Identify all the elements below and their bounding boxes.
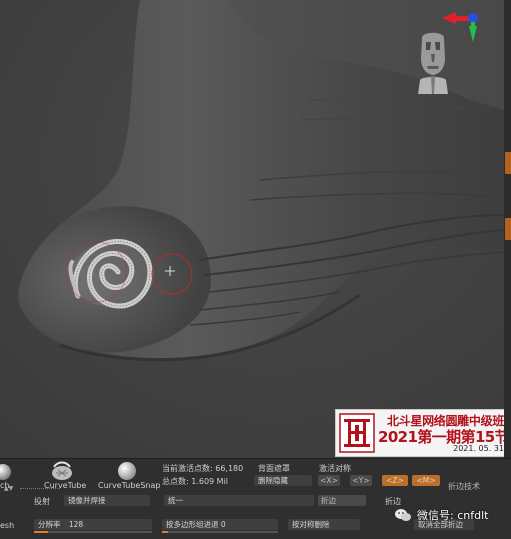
course-date: 2021. 05. 31 <box>453 444 504 453</box>
polygroup-track[interactable] <box>162 531 278 533</box>
divide-rate-slider[interactable]: 分辨率 128 <box>34 519 152 530</box>
crease-tech-label[interactable]: 折边技术 <box>448 481 480 492</box>
activate-symmetry-toggle[interactable]: 激活对称 <box>319 463 351 474</box>
projection-toggle[interactable]: 投射 <box>34 496 50 507</box>
mirror-weld-button[interactable]: 镜像并焊接 <box>64 495 150 506</box>
polygroup-slider[interactable]: 按多边形组进退 0 <box>162 519 278 530</box>
polygroup-fill <box>162 531 168 533</box>
symmetry-y-button[interactable]: <Y> <box>350 475 372 486</box>
divider <box>20 488 60 492</box>
orientation-head-icon[interactable] <box>414 28 452 94</box>
divide-rate-fill <box>34 531 49 533</box>
delete-hidden-button[interactable]: 删除隐藏 <box>254 475 312 486</box>
wechat-icon <box>395 509 411 521</box>
total-points-count: 总点数: 1.609 Mil <box>162 477 229 486</box>
symmetry-z-button[interactable]: <Z> <box>382 475 408 486</box>
crease-button[interactable]: 折边 <box>318 495 366 506</box>
tray-tab[interactable] <box>505 152 511 174</box>
divide-rate-track[interactable] <box>34 531 152 533</box>
sphere-brush-icon[interactable] <box>0 463 12 481</box>
wechat-watermark: 微信号: cnfdlt <box>395 505 511 529</box>
symmetry-x-button[interactable]: <X> <box>318 475 340 486</box>
collapse-arrows[interactable]: ▲▼ <box>4 485 13 492</box>
tray-tab[interactable] <box>505 218 511 240</box>
curvetubesnap-brush-icon[interactable] <box>116 461 138 481</box>
brush-label[interactable]: CurveTubeSnap <box>98 481 160 490</box>
mesh-label: esh <box>0 521 15 530</box>
beidouxing-logo-icon <box>339 413 375 453</box>
course-watermark: 北斗星网络圆雕中级班 2021第一期第15节 2021. 05. 31 <box>335 409 504 457</box>
active-points-count: 当前激活点数: 66,180 <box>162 464 244 473</box>
backface-mask-toggle[interactable]: 背面遮罩 <box>258 463 290 474</box>
3d-viewport[interactable]: 北斗星网络圆雕中级班 2021第一期第15节 2021. 05. 31 <box>0 0 504 458</box>
unify-button[interactable]: 统一 <box>164 495 314 506</box>
delete-by-symmetry-button[interactable]: 按对称删除 <box>288 519 360 530</box>
wechat-id: 微信号: cnfdlt <box>417 509 489 522</box>
divide-rate-value: 128 <box>68 520 84 529</box>
symmetry-m-button[interactable]: <M> <box>412 475 440 486</box>
divide-rate-label: 分辨率 <box>38 520 61 529</box>
curvetube-brush-icon[interactable] <box>50 461 74 481</box>
